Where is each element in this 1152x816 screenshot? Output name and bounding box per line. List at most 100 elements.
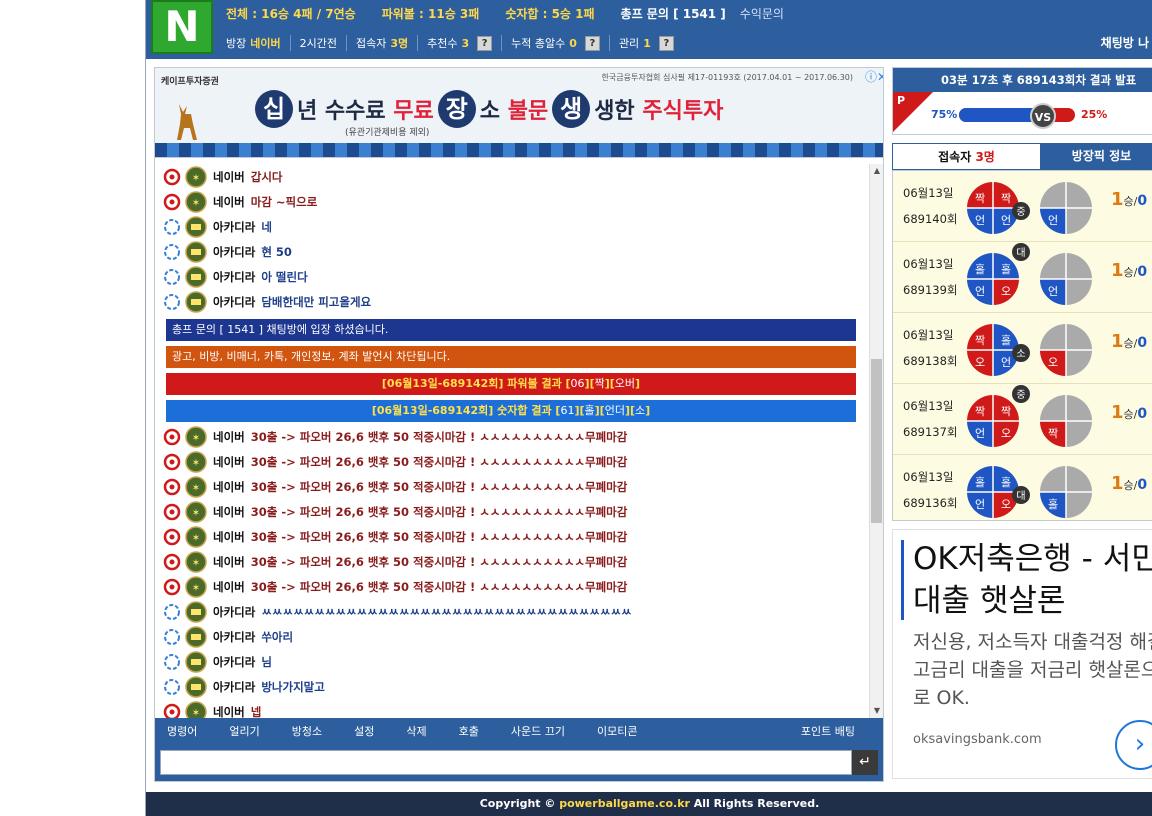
chat-nick[interactable]: 네이버 xyxy=(213,579,245,595)
pick-pie: 짝 xyxy=(1040,395,1092,447)
clear-room-button[interactable]: 방청소 xyxy=(292,723,322,739)
chat-nick[interactable]: 네이버 xyxy=(213,554,245,570)
pick-history: 06월13일 689140회 짝 짝 언 언 중 언 1승/0 06월13일 689139회 홀 홀 언 오… xyxy=(892,170,1152,521)
level-recycle-icon xyxy=(164,679,180,695)
chat-nick[interactable]: 네이버 xyxy=(213,194,245,210)
ad-title: OK저축은행 - 서민대출 햇살론 xyxy=(913,541,1152,619)
chat-nick[interactable]: 아카디라 xyxy=(213,219,255,235)
settings-button[interactable]: 설정 xyxy=(354,723,374,739)
chat-nick[interactable]: 아카디라 xyxy=(213,679,255,695)
chat-nick[interactable]: 아카디라 xyxy=(213,629,255,645)
send-icon[interactable]: ↵ xyxy=(852,750,878,775)
footer-domain[interactable]: powerballgame.co.kr xyxy=(559,797,690,810)
pie-label: 홀 xyxy=(1001,476,1011,489)
revenue-link[interactable]: 수익문의 xyxy=(740,5,784,22)
chat-nick[interactable]: 아카디라 xyxy=(213,269,255,285)
tab-users[interactable]: 접속자 3명 xyxy=(892,143,1041,170)
chat-message: ✶ 네이버 30출 -> 파오버 26,6 뱃후 50 적중시마감 ! ㅅㅅㅅㅅ… xyxy=(163,576,627,598)
logo-letter: N xyxy=(164,2,200,51)
tab-owner-pick[interactable]: 방장픽 정보 xyxy=(1041,143,1152,170)
history-date: 06월13일 xyxy=(903,399,954,413)
chevron-right-icon[interactable]: › xyxy=(1115,720,1152,770)
pie-label: 짝 xyxy=(975,405,985,418)
cumulative-help-button[interactable]: ? xyxy=(584,35,600,51)
chat-message: 아카디라 님 xyxy=(163,651,272,673)
call-button[interactable]: 호출 xyxy=(459,723,479,739)
chat-message: 아카디라 아 떨린다 xyxy=(163,266,308,288)
rank-badge-icon: ✶ xyxy=(185,476,207,498)
chat-text: 아 떨린다 xyxy=(261,270,308,284)
level-swirl-icon xyxy=(163,453,181,471)
rank-badge-icon xyxy=(185,626,207,648)
point-bet-button[interactable]: 포인트 배팅 xyxy=(801,723,855,739)
history-round: 689140회 xyxy=(903,212,958,226)
owner-name[interactable]: 네이버 xyxy=(250,35,280,51)
number-sum-result-notice: [06월13일-689142회] 숫자합 결과 [61][홀][언더][소] xyxy=(166,400,856,422)
delete-button[interactable]: 삭제 xyxy=(406,723,426,739)
rank-badge-icon xyxy=(185,676,207,698)
chat-nick[interactable]: 네이버 xyxy=(213,529,245,545)
ok-savings-ad[interactable]: OK저축은행 - 서민대출 햇살론 저신용, 저소득자 대출걱정 해결! 고금리… xyxy=(892,529,1152,779)
logo[interactable]: N xyxy=(151,0,213,54)
manage-help-button[interactable]: ? xyxy=(658,35,674,51)
size-badge: 소 xyxy=(1012,344,1030,362)
win-loss: 1승/0 xyxy=(1111,189,1148,210)
chat-text: ㅆㅆㅆㅆㅆㅆㅆㅆㅆㅆㅆㅆㅆㅆㅆㅆㅆㅆㅆㅆㅆㅆㅆㅆㅆㅆㅆㅆㅆㅆㅆㅆㅆㅆㅆ xyxy=(261,605,632,619)
pie-label: 홀 xyxy=(975,476,985,489)
vote-bar xyxy=(959,108,1075,122)
ad-banner[interactable]: 케이프투자증권 한국금융투자협회 심사필 제17-01193호 (2017.04… xyxy=(155,68,883,158)
win-loss: 1승/0 xyxy=(1111,260,1148,281)
chat-nick[interactable]: 아카디라 xyxy=(213,244,255,260)
rank-badge-icon: ✶ xyxy=(185,576,207,598)
history-round: 689138회 xyxy=(903,354,958,368)
chat-nick[interactable]: 네이버 xyxy=(213,704,245,718)
level-swirl-icon xyxy=(163,528,181,546)
rank-badge-icon: ✶ xyxy=(185,551,207,573)
chat-nick[interactable]: 네이버 xyxy=(213,169,245,185)
chat-nick[interactable]: 네이버 xyxy=(213,504,245,520)
recommend-help-button[interactable]: ? xyxy=(477,35,493,51)
chat-message: ✶ 네이버 마감 ~픽으로 xyxy=(163,191,317,213)
emoticon-button[interactable]: 이모티콘 xyxy=(597,723,637,739)
scroll-down-icon[interactable]: ▼ xyxy=(870,704,884,718)
chat-frame: N 전체 : 16승 4패 / 7연승 파워볼 : 11승 3패 숫자합 : 5… xyxy=(145,0,1152,816)
chat-nick[interactable]: 네이버 xyxy=(213,429,245,445)
pick-pie: 홀 xyxy=(1040,466,1092,518)
chat-scrollbar[interactable]: ▲ ▼ xyxy=(869,164,883,718)
ad-accent-bar xyxy=(901,540,904,620)
chat-nick[interactable]: 아카디라 xyxy=(213,604,255,620)
pick-pie: 언 xyxy=(1040,182,1092,234)
scroll-up-icon[interactable]: ▲ xyxy=(870,164,884,178)
ad-brand: 케이프투자증권 xyxy=(161,77,219,87)
history-row: 06월13일 689136회 홀 홀 언 오 대 홀 1승/0 xyxy=(893,455,1152,520)
chat-nick[interactable]: 네이버 xyxy=(213,479,245,495)
chat-input[interactable] xyxy=(160,750,852,775)
freeze-button[interactable]: 얼리기 xyxy=(229,723,259,739)
chat-message: 아카디라 네 xyxy=(163,216,272,238)
chat-message: 아카디라 ㅆㅆㅆㅆㅆㅆㅆㅆㅆㅆㅆㅆㅆㅆㅆㅆㅆㅆㅆㅆㅆㅆㅆㅆㅆㅆㅆㅆㅆㅆㅆㅆㅆㅆㅆ xyxy=(163,601,632,623)
sound-off-button[interactable]: 사운드 끄기 xyxy=(511,723,565,739)
chat-message: 아카디라 현 50 xyxy=(163,241,292,263)
chat-nick[interactable]: 아카디라 xyxy=(213,654,255,670)
pie-label: 오 xyxy=(1001,498,1011,511)
pie-label: 오 xyxy=(1001,427,1011,440)
pie-label: 짝 xyxy=(975,334,985,347)
history-round: 689136회 xyxy=(903,496,958,510)
pie-label: 홀 xyxy=(1001,263,1011,276)
command-button[interactable]: 명령어 xyxy=(167,723,197,739)
pick-label: 홀 xyxy=(1048,498,1058,511)
size-badge: 중 xyxy=(1012,385,1030,403)
level-swirl-icon xyxy=(163,428,181,446)
command-bar: 명령어 얼리기 방청소 설정 삭제 호출 사운드 끄기 이모티콘 포인트 배팅 xyxy=(155,718,883,744)
chat-nick[interactable]: 네이버 xyxy=(213,454,245,470)
chat-message: ✶ 네이버 30출 -> 파오버 26,6 뱃후 50 적중시마감 ! ㅅㅅㅅㅅ… xyxy=(163,526,627,548)
rank-badge-icon: ✶ xyxy=(185,451,207,473)
level-swirl-icon xyxy=(163,553,181,571)
users-info: 접속자 3명 xyxy=(345,35,417,51)
ad-close-icon[interactable]: ⓘ✕ xyxy=(865,70,883,84)
scroll-thumb[interactable] xyxy=(871,359,882,523)
ad-url[interactable]: oksavingsbank.com xyxy=(913,732,1042,747)
chat-nick[interactable]: 아카디라 xyxy=(213,294,255,310)
history-row: 06월13일 689139회 홀 홀 언 오 대 언 1승/0 xyxy=(893,242,1152,313)
history-row: 06월13일 689140회 짝 짝 언 언 중 언 1승/0 xyxy=(893,171,1152,242)
